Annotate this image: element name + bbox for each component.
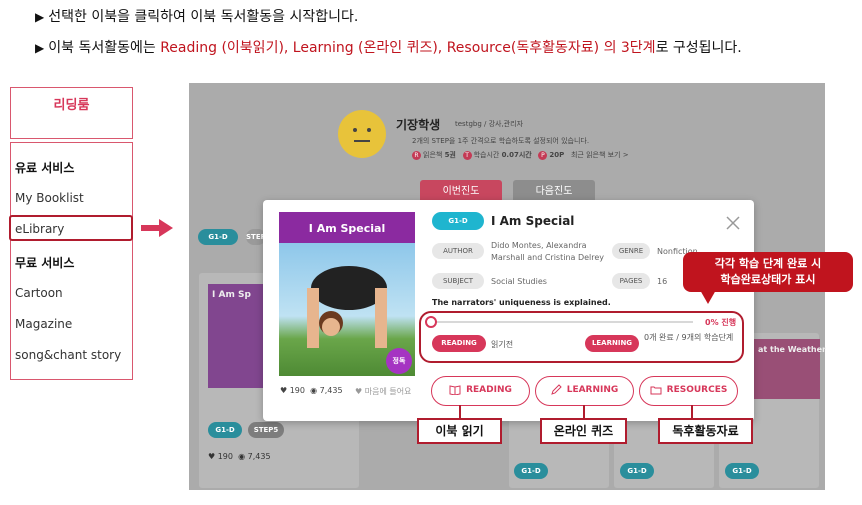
completion-note-bubble: 각각 학습 단계 완료 시 학습완료상태가 표시 <box>683 252 853 292</box>
bubble-tail <box>700 290 716 304</box>
callout-activity-resources: 독후활동자료 <box>658 418 753 444</box>
callout-online-quiz: 온라인 퀴즈 <box>540 418 627 444</box>
callout-ebook-reading: 이북 읽기 <box>417 418 502 444</box>
